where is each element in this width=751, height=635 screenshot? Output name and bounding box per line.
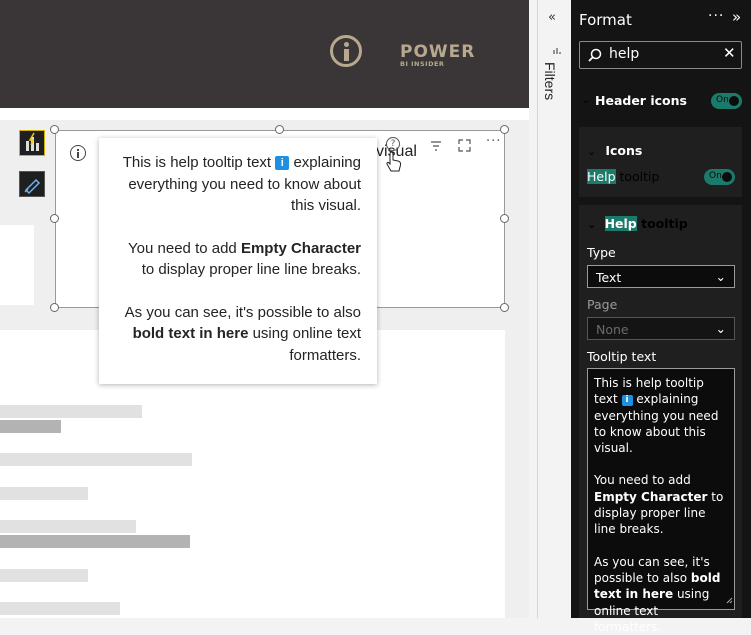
filters-label[interactable]: Filters [542,62,558,100]
info-icon[interactable] [70,145,86,161]
page-value: None [596,322,629,337]
icons-section [579,127,742,197]
resize-handle[interactable] [500,214,509,223]
tooltip-bold-text: Empty Character [240,239,361,257]
tooltip-text: As you can see, it's possible to also [124,303,361,321]
help-tooltip-card-header[interactable]: ⌄ Help tooltip [587,216,688,231]
icons-label: Icons [605,143,643,158]
search-highlight: Help [587,169,616,184]
chevron-down-icon: ⌄ [715,321,726,336]
chart-bar [0,520,136,533]
chevron-down-icon: ⌄ [581,93,591,106]
canvas-block [0,225,34,305]
chart-bar [0,602,120,615]
focus-mode-icon[interactable] [458,137,471,156]
resize-handle[interactable] [500,125,509,134]
type-dropdown[interactable]: Text ⌄ [587,265,735,288]
page-label: Page [587,297,618,312]
tooltip-bold-text: bold text in here [132,325,249,342]
format-visual-icon[interactable] [19,171,45,197]
chart-bar [0,405,142,418]
help-tooltip-row-label: tooltip [619,169,660,184]
expand-chevron-icon[interactable]: « [548,10,556,25]
logo-brand: POWER [400,42,476,62]
search-highlight: Help [604,216,637,231]
chart-bar [0,453,192,466]
search-input[interactable]: help [609,46,639,62]
tooltip-input-bold-text: Empty Character [594,489,708,504]
filter-funnel-icon [553,40,561,59]
tooltip-input-text: You need to add [594,473,691,488]
help-tooltip-row: Help tooltip [587,169,659,184]
resize-handle[interactable] [50,214,59,223]
header-icons-toggle[interactable]: On [711,93,742,109]
info-icon: i [275,156,290,170]
filter-icon[interactable] [430,137,442,156]
tooltip-text: You need to add [128,239,237,257]
chart-bar [0,569,88,582]
resize-handle[interactable] [500,303,509,312]
chart-bar [0,535,190,548]
hand-cursor-icon [386,151,402,177]
type-value: Text [596,270,622,285]
info-circle-icon [330,35,362,67]
type-label: Type [587,245,616,260]
resize-grip-icon[interactable] [726,592,733,608]
header-icons-card[interactable]: ⌄ Header icons On [579,91,742,111]
resize-handle[interactable] [275,125,284,134]
page-dropdown[interactable]: None ⌄ [587,317,735,340]
help-tooltip-toggle[interactable]: On [704,169,735,185]
chevron-down-icon: ⌄ [587,145,597,158]
search-icon [588,47,602,66]
more-options-icon[interactable]: ··· [486,134,501,149]
icons-card-header[interactable]: ⌄ Icons [587,140,642,159]
chart-bar [0,420,61,433]
help-tooltip-section-label: tooltip [641,216,688,231]
header-icons-label: Header icons [595,93,687,108]
logo-subtitle: BI INSIDER [400,60,445,68]
pane-title: Format [579,11,632,29]
search-box[interactable]: help ✕ [579,41,742,69]
tooltip-text: This is help tooltip text [122,154,272,171]
more-options-icon[interactable]: ··· [708,8,724,24]
canvas-strip [0,108,529,120]
resize-handle[interactable] [50,303,59,312]
help-tooltip-popup: This is help tooltip text i explaining e… [99,138,377,384]
resize-handle[interactable] [50,125,59,134]
tooltip-text: using online text formatters. [252,325,361,364]
build-visual-icon[interactable] [19,130,45,156]
collapse-pane-icon[interactable]: » [732,8,741,26]
info-icon: i [621,395,633,407]
chevron-down-icon: ⌄ [715,269,726,284]
tooltip-text-label: Tooltip text [587,349,657,364]
chart-bar [0,487,88,500]
clear-search-icon[interactable]: ✕ [723,44,736,62]
tooltip-text: to display proper line line breaks. [141,261,361,278]
help-icon[interactable]: ? [386,137,400,151]
chevron-down-icon: ⌄ [587,218,597,231]
tooltip-text-input[interactable]: This is help tooltip text i explaining e… [587,368,735,634]
